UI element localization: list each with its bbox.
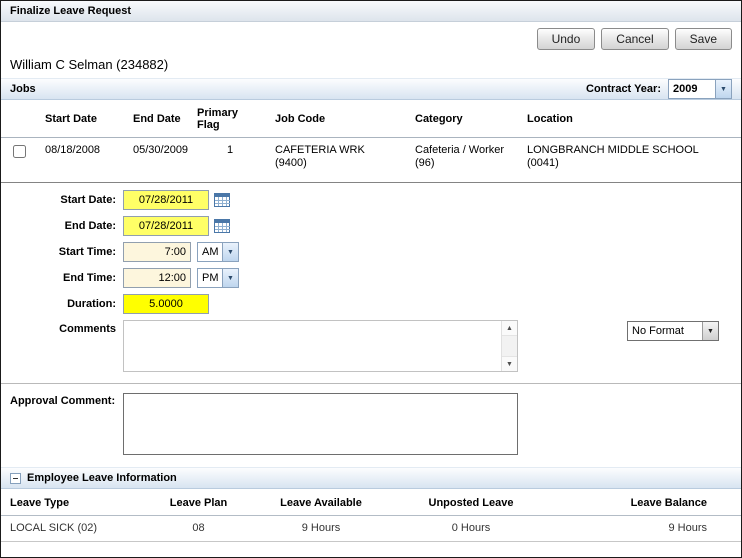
leave-column-plan: Leave Plan [151, 489, 246, 516]
jobs-column-location: Location [519, 100, 741, 138]
employee-name: William C Selman (234882) [10, 57, 169, 72]
start-date-calendar-icon[interactable] [213, 192, 231, 209]
job-code-cell: CAFETERIA WRK (9400) [267, 138, 407, 179]
leave-column-balance: Leave Balance [546, 489, 741, 516]
unposted-leave-cell: 0 Hours [396, 515, 546, 542]
jobs-column-end-date: End Date [125, 100, 189, 138]
job-location-line1: LONGBRANCH MIDDLE SCHOOL [527, 144, 699, 156]
jobs-column-category: Category [407, 100, 519, 138]
collapse-section-icon[interactable] [10, 472, 21, 484]
job-category-cell: Cafeteria / Worker (96) [407, 138, 519, 179]
start-date-field[interactable] [123, 190, 209, 210]
page-title: Finalize Leave Request [1, 1, 741, 22]
jobs-column-primary-flag: Primary Flag [189, 100, 267, 138]
finalize-leave-request-window: Finalize Leave Request Undo Cancel Save … [0, 0, 742, 558]
scroll-up-icon[interactable]: ▲ [502, 321, 517, 336]
leave-info-section-title: Employee Leave Information [27, 472, 177, 484]
jobs-table-header-row: Start Date End Date Primary Flag Job Cod… [1, 100, 741, 138]
job-row-checkbox[interactable] [13, 145, 26, 158]
start-time-ampm-select[interactable]: AM ▼ [197, 242, 239, 262]
approval-comment-input[interactable] [124, 394, 517, 454]
job-end-date-cell: 05/30/2009 [133, 144, 189, 156]
job-category-line2: (96) [415, 157, 435, 169]
leave-balance-cell: 9 Hours [546, 515, 741, 542]
end-time-ampm-select[interactable]: PM ▼ [197, 268, 239, 288]
contract-year-value: 2009 [673, 83, 698, 95]
scroll-down-icon[interactable]: ▼ [502, 356, 517, 371]
leave-column-unposted: Unposted Leave [396, 489, 546, 516]
start-time-label: Start Time: [58, 246, 116, 258]
table-row: 08/18/2008 05/30/2009 1 CAFETERIA WRK (9… [1, 138, 741, 179]
toolbar: Undo Cancel Save [1, 22, 741, 55]
chevron-down-icon: ▼ [715, 80, 731, 98]
end-date-row: End Date: [1, 216, 741, 236]
end-time-row: End Time: PM ▼ [1, 268, 741, 288]
jobs-table: Start Date End Date Primary Flag Job Cod… [1, 100, 741, 179]
end-date-field[interactable] [123, 216, 209, 236]
end-date-label: End Date: [64, 220, 116, 232]
jobs-checkbox-column-header [1, 100, 37, 138]
start-date-label: Start Date: [60, 194, 116, 206]
chevron-down-icon: ▼ [222, 243, 238, 261]
job-primary-flag-cell: 1 [226, 144, 234, 156]
job-location-cell: LONGBRANCH MIDDLE SCHOOL (0041) [519, 138, 741, 179]
end-time-ampm-value: PM [202, 272, 219, 284]
end-time-field[interactable] [123, 268, 191, 288]
approval-comment-row: Approval Comment: [1, 384, 741, 455]
job-row-checkbox-cell [1, 138, 37, 179]
start-time-field[interactable] [123, 242, 191, 262]
contract-year-label: Contract Year: [586, 83, 661, 95]
jobs-section-header: Jobs Contract Year: 2009 ▼ [1, 78, 741, 100]
duration-label: Duration: [67, 298, 116, 310]
table-row: LOCAL SICK (02) 08 9 Hours 0 Hours 9 Hou… [1, 515, 741, 542]
approval-comment-label: Approval Comment: [10, 395, 116, 407]
start-time-row: Start Time: AM ▼ [1, 242, 741, 262]
start-date-row: Start Date: [1, 190, 741, 210]
save-button[interactable]: Save [674, 28, 732, 50]
undo-button[interactable]: Undo [536, 28, 596, 50]
jobs-column-job-code: Job Code [267, 100, 407, 138]
cancel-button[interactable]: Cancel [601, 28, 669, 50]
leave-table-header-row: Leave Type Leave Plan Leave Available Un… [1, 489, 741, 516]
end-time-label: End Time: [63, 272, 116, 284]
leave-type-cell: LOCAL SICK (02) [1, 515, 151, 542]
comments-format-select[interactable]: No Format ▼ [627, 321, 719, 341]
end-date-calendar-icon[interactable] [213, 218, 231, 235]
leave-info-section-header: Employee Leave Information [1, 467, 741, 489]
leave-plan-cell: 08 [151, 515, 246, 542]
leave-column-type: Leave Type [1, 489, 151, 516]
chevron-down-icon: ▼ [702, 322, 718, 340]
comments-label: Comments [59, 323, 116, 335]
comments-row: Comments ▲ ▼ No Format ▼ [1, 320, 741, 372]
start-time-ampm-value: AM [202, 246, 219, 258]
leave-request-form: Start Date: End Date: [1, 183, 741, 372]
comments-input-container: ▲ ▼ [123, 320, 518, 372]
job-code-line2: (9400) [275, 157, 307, 169]
job-start-date-cell: 08/18/2008 [45, 144, 101, 156]
leave-info-table: Leave Type Leave Plan Leave Available Un… [1, 489, 741, 542]
approval-comment-container [123, 393, 518, 455]
duration-row: Duration: [1, 294, 741, 314]
leave-column-available: Leave Available [246, 489, 396, 516]
leave-available-cell: 9 Hours [246, 515, 396, 542]
contract-year-select[interactable]: 2009 ▼ [668, 79, 732, 99]
jobs-column-start-date: Start Date [37, 100, 125, 138]
comments-input[interactable] [124, 321, 501, 371]
comments-format-value: No Format [632, 325, 684, 337]
jobs-section-title: Jobs [10, 83, 36, 95]
job-category-line1: Cafeteria / Worker [415, 144, 505, 156]
chevron-down-icon: ▼ [222, 269, 238, 287]
duration-field[interactable] [123, 294, 209, 314]
job-location-line2: (0041) [527, 157, 559, 169]
comments-scrollbar[interactable]: ▲ ▼ [501, 321, 517, 371]
job-code-line1: CAFETERIA WRK [275, 144, 365, 156]
